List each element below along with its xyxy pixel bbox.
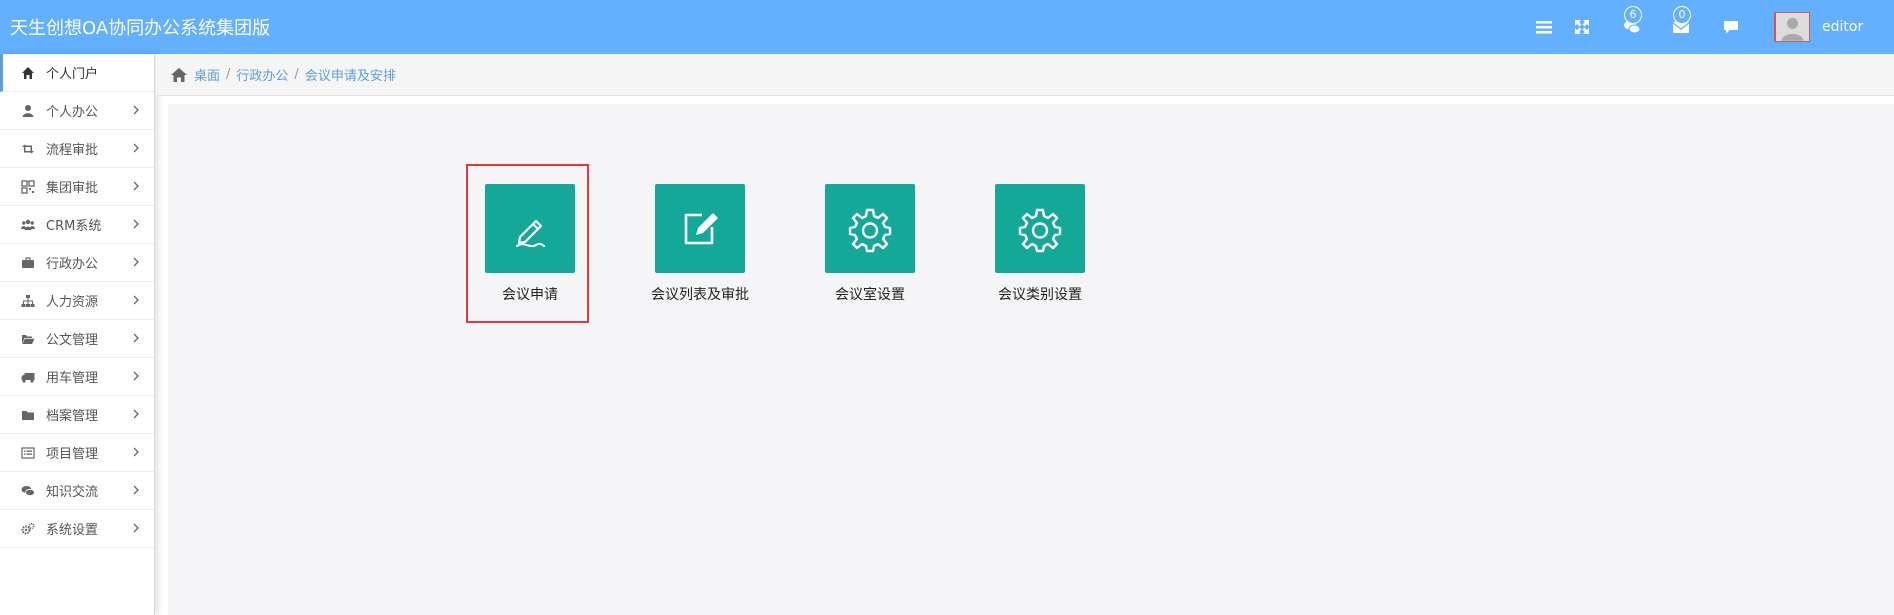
sidebar-item-documents[interactable]: 公文管理 bbox=[0, 320, 154, 358]
chevron-right-icon bbox=[133, 219, 139, 229]
breadcrumb: 桌面 / 行政办公 / 会议申请及安排 bbox=[156, 54, 1894, 96]
fullscreen-icon[interactable] bbox=[1570, 15, 1594, 39]
tile-meeting-apply[interactable]: 会议申请 bbox=[475, 184, 585, 304]
sidebar-item-label: 集团审批 bbox=[46, 181, 99, 196]
home-icon[interactable] bbox=[170, 67, 188, 83]
sidebar-item-personal-office[interactable]: 个人办公 bbox=[0, 92, 154, 130]
group-icon bbox=[20, 217, 36, 233]
sidebar-item-label: 个人门户 bbox=[46, 67, 99, 82]
qrcode-icon bbox=[20, 179, 36, 195]
sidebar-item-hr[interactable]: 人力资源 bbox=[0, 282, 154, 320]
sidebar-item-label: 系统设置 bbox=[46, 523, 99, 538]
sidebar-item-label: 档案管理 bbox=[46, 409, 99, 424]
chat-icon[interactable]: 6 bbox=[1620, 6, 1644, 39]
breadcrumb-current[interactable]: 会议申请及安排 bbox=[305, 65, 396, 84]
tile-icon-box[interactable] bbox=[825, 184, 915, 273]
sidebar: 个人门户 个人办公 流程审批 集团审批 CRM系统 行政办公 人力资源 公文管理… bbox=[0, 54, 155, 615]
sidebar-item-label: 知识交流 bbox=[46, 485, 99, 500]
breadcrumb-separator: / bbox=[226, 67, 231, 82]
gear-icon bbox=[848, 208, 892, 252]
tile-meeting-room[interactable]: 会议室设置 bbox=[815, 184, 925, 304]
main-content bbox=[168, 104, 1894, 615]
sidebar-item-projects[interactable]: 项目管理 bbox=[0, 434, 154, 472]
tile-icon-box[interactable] bbox=[655, 184, 745, 273]
sidebar-item-label: CRM系统 bbox=[46, 219, 102, 234]
chat-badge: 6 bbox=[1624, 6, 1642, 24]
chevron-right-icon bbox=[133, 105, 139, 115]
retweet-icon bbox=[20, 141, 36, 157]
sidebar-item-label: 行政办公 bbox=[46, 257, 99, 272]
chevron-right-icon bbox=[133, 485, 139, 495]
tile-label[interactable]: 会议列表及审批 bbox=[645, 284, 755, 304]
sidebar-item-label: 人力资源 bbox=[46, 295, 99, 310]
tile-label[interactable]: 会议申请 bbox=[475, 284, 585, 304]
folder-open-icon bbox=[20, 331, 36, 347]
sidebar-item-settings[interactable]: 系统设置 bbox=[0, 510, 154, 548]
sidebar-item-archives[interactable]: 档案管理 bbox=[0, 396, 154, 434]
folder-icon bbox=[20, 407, 36, 423]
mail-icon[interactable]: 0 bbox=[1669, 6, 1693, 39]
sidebar-item-label: 公文管理 bbox=[46, 333, 99, 348]
app-title: 天生创想OA协同办公系统集团版 bbox=[10, 18, 271, 39]
chevron-right-icon bbox=[133, 371, 139, 381]
gear-icon bbox=[1018, 208, 1062, 252]
comment-icon[interactable] bbox=[1719, 15, 1743, 39]
sidebar-item-workflow[interactable]: 流程审批 bbox=[0, 130, 154, 168]
pen-icon bbox=[516, 219, 545, 247]
menu-icon[interactable] bbox=[1532, 15, 1556, 39]
chevron-right-icon bbox=[133, 333, 139, 343]
truck-icon bbox=[20, 369, 36, 385]
user-icon bbox=[20, 103, 36, 119]
breadcrumb-separator: / bbox=[294, 67, 299, 82]
tile-meeting-category[interactable]: 会议类别设置 bbox=[985, 184, 1095, 304]
tile-label[interactable]: 会议类别设置 bbox=[985, 284, 1095, 304]
top-bar: 天生创想OA协同办公系统集团版 6 0 editor bbox=[0, 0, 1894, 54]
briefcase-icon bbox=[20, 255, 36, 271]
chevron-right-icon bbox=[133, 409, 139, 419]
sidebar-item-vehicles[interactable]: 用车管理 bbox=[0, 358, 154, 396]
chevron-right-icon bbox=[133, 447, 139, 457]
sidebar-item-portal[interactable]: 个人门户 bbox=[0, 54, 154, 92]
sidebar-item-label: 流程审批 bbox=[46, 143, 99, 158]
edit-icon bbox=[684, 212, 718, 244]
breadcrumb-admin-office[interactable]: 行政办公 bbox=[236, 65, 288, 84]
sidebar-item-label: 项目管理 bbox=[46, 447, 99, 462]
sidebar-item-label: 用车管理 bbox=[46, 371, 99, 386]
home-icon bbox=[20, 65, 36, 81]
tile-icon-box[interactable] bbox=[995, 184, 1085, 273]
sidebar-item-group-approval[interactable]: 集团审批 bbox=[0, 168, 154, 206]
breadcrumb-desktop[interactable]: 桌面 bbox=[194, 65, 220, 84]
sidebar-item-admin-office[interactable]: 行政办公 bbox=[0, 244, 154, 282]
chevron-right-icon bbox=[133, 181, 139, 191]
list-alt-icon bbox=[20, 445, 36, 461]
username[interactable]: editor bbox=[1822, 19, 1863, 35]
mail-badge: 0 bbox=[1673, 6, 1691, 24]
chevron-right-icon bbox=[133, 523, 139, 533]
avatar[interactable] bbox=[1774, 12, 1810, 42]
sitemap-icon bbox=[20, 293, 36, 309]
cogs-icon bbox=[20, 521, 36, 537]
tile-meeting-list[interactable]: 会议列表及审批 bbox=[645, 184, 755, 304]
sidebar-item-label: 个人办公 bbox=[46, 105, 99, 120]
comments-icon bbox=[20, 483, 36, 499]
sidebar-item-crm[interactable]: CRM系统 bbox=[0, 206, 154, 244]
chevron-right-icon bbox=[133, 295, 139, 305]
chevron-right-icon bbox=[133, 257, 139, 267]
tile-icon-box[interactable] bbox=[485, 184, 575, 273]
chevron-right-icon bbox=[133, 143, 139, 153]
tile-label[interactable]: 会议室设置 bbox=[815, 284, 925, 304]
sidebar-item-knowledge[interactable]: 知识交流 bbox=[0, 472, 154, 510]
